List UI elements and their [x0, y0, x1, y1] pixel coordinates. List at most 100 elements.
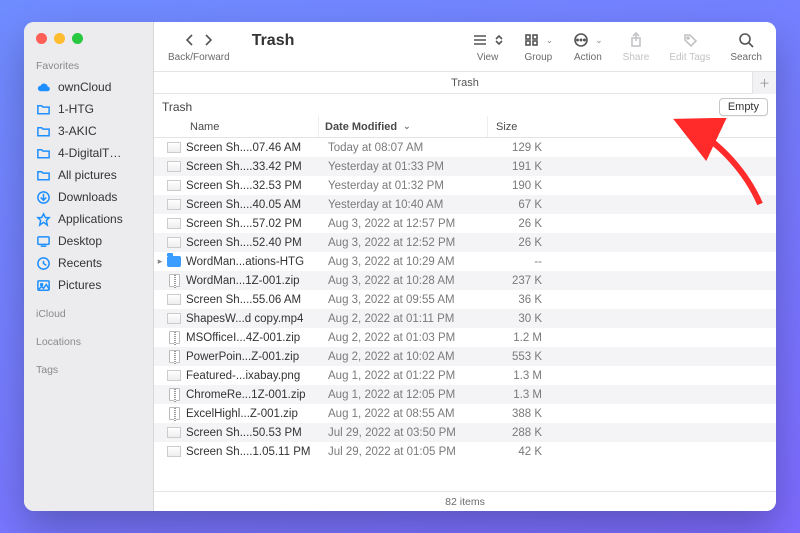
file-row[interactable]: ▸WordMan...ations-HTGAug 3, 2022 at 10:2…	[154, 252, 776, 271]
group-group[interactable]: ⌄ Group	[524, 30, 554, 63]
sidebar-item-label: ownCloud	[58, 80, 141, 94]
file-row[interactable]: WordMan...1Z-001.zipAug 3, 2022 at 10:28…	[154, 271, 776, 290]
sidebar-item-4-digitalt-[interactable]: 4-DigitalT…	[24, 142, 153, 164]
sidebar-item-label: Desktop	[58, 234, 141, 248]
sidebar: Favorites ownCloud 1-HTG 3-AKIC 4-DigitalT……	[24, 22, 154, 511]
file-size: 191 K	[492, 161, 548, 173]
file-icon	[166, 179, 182, 193]
file-date: Yesterday at 10:40 AM	[322, 199, 492, 211]
file-size: 42 K	[492, 446, 548, 458]
edit-tags-label: Edit Tags	[669, 52, 710, 63]
file-row[interactable]: Screen Sh....1.05.11 PMJul 29, 2022 at 0…	[154, 442, 776, 461]
file-date: Aug 3, 2022 at 12:57 PM	[322, 218, 492, 230]
file-date: Yesterday at 01:33 PM	[322, 161, 492, 173]
file-icon	[166, 293, 182, 307]
sidebar-item-downloads[interactable]: Downloads	[24, 186, 153, 208]
file-row[interactable]: ChromeRe...1Z-001.zipAug 1, 2022 at 12:0…	[154, 385, 776, 404]
file-size: 36 K	[492, 294, 548, 306]
column-header-size[interactable]: Size	[488, 121, 776, 133]
path-label: Trash	[451, 77, 479, 89]
file-row[interactable]: Screen Sh....55.06 AMAug 3, 2022 at 09:5…	[154, 290, 776, 309]
file-icon	[166, 369, 182, 383]
empty-trash-button[interactable]: Empty	[719, 98, 768, 116]
file-row[interactable]: Screen Sh....57.02 PMAug 3, 2022 at 12:5…	[154, 214, 776, 233]
file-name: Screen Sh....32.53 PM	[186, 180, 322, 192]
file-row[interactable]: Screen Sh....32.53 PMYesterday at 01:32 …	[154, 176, 776, 195]
file-row[interactable]: PowerPoin...Z-001.zipAug 2, 2022 at 10:0…	[154, 347, 776, 366]
group-icon	[524, 33, 540, 47]
disclosure-icon[interactable]: ▸	[154, 256, 166, 267]
file-row[interactable]: MSOfficeI...4Z-001.zipAug 2, 2022 at 01:…	[154, 328, 776, 347]
sidebar-item-3-akic[interactable]: 3-AKIC	[24, 120, 153, 142]
file-name: Screen Sh....07.46 AM	[186, 142, 322, 154]
column-headers: Name Date Modified ⌄ Size	[154, 116, 776, 138]
file-row[interactable]: Screen Sh....52.40 PMAug 3, 2022 at 12:5…	[154, 233, 776, 252]
file-date: Aug 3, 2022 at 10:28 AM	[322, 275, 492, 287]
minimize-window-button[interactable]	[54, 33, 65, 44]
action-group[interactable]: ⌄ Action	[573, 30, 603, 63]
sidebar-item-owncloud[interactable]: ownCloud	[24, 76, 153, 98]
back-forward-group[interactable]: Back/Forward	[168, 30, 230, 63]
cloud-icon	[36, 80, 51, 95]
action-icon	[573, 32, 589, 48]
sidebar-item-1-htg[interactable]: 1-HTG	[24, 98, 153, 120]
file-icon	[166, 255, 182, 269]
folder-icon	[36, 146, 51, 161]
file-icon	[166, 331, 182, 345]
file-row[interactable]: Featured-...ixabay.pngAug 1, 2022 at 01:…	[154, 366, 776, 385]
view-label: View	[477, 52, 499, 63]
window-controls	[24, 22, 153, 58]
file-row[interactable]: ExcelHighl...Z-001.zipAug 1, 2022 at 08:…	[154, 404, 776, 423]
file-size: 553 K	[492, 351, 548, 363]
file-icon	[166, 236, 182, 250]
apps-icon	[36, 212, 51, 227]
back-forward-label: Back/Forward	[168, 52, 230, 63]
item-count: 82 items	[445, 496, 485, 508]
action-label: Action	[574, 52, 602, 63]
sidebar-item-label: Applications	[58, 212, 141, 226]
sidebar-item-label: Downloads	[58, 190, 141, 204]
file-row[interactable]: ShapesW...d copy.mp4Aug 2, 2022 at 01:11…	[154, 309, 776, 328]
folder-icon	[36, 168, 51, 183]
file-size: 1.3 M	[492, 370, 548, 382]
search-group[interactable]: Search	[730, 30, 762, 63]
add-tab-button[interactable]: ＋	[752, 72, 776, 94]
file-name: ChromeRe...1Z-001.zip	[186, 389, 322, 401]
file-row[interactable]: Screen Sh....50.53 PMJul 29, 2022 at 03:…	[154, 423, 776, 442]
sidebar-item-all-pictures[interactable]: All pictures	[24, 164, 153, 186]
share-icon	[629, 32, 643, 48]
sidebar-item-pictures[interactable]: Pictures	[24, 274, 153, 296]
file-date: Jul 29, 2022 at 03:50 PM	[322, 427, 492, 439]
sidebar-item-applications[interactable]: Applications	[24, 208, 153, 230]
zoom-window-button[interactable]	[72, 33, 83, 44]
file-list[interactable]: Screen Sh....07.46 AMToday at 08:07 AM12…	[154, 138, 776, 491]
file-size: 26 K	[492, 237, 548, 249]
file-row[interactable]: Screen Sh....40.05 AMYesterday at 10:40 …	[154, 195, 776, 214]
file-name: Screen Sh....57.02 PM	[186, 218, 322, 230]
file-size: 26 K	[492, 218, 548, 230]
sidebar-item-label: 4-DigitalT…	[58, 146, 141, 160]
file-date: Aug 3, 2022 at 10:29 AM	[322, 256, 492, 268]
file-date: Aug 1, 2022 at 08:55 AM	[322, 408, 492, 420]
view-group[interactable]: View	[472, 30, 504, 63]
column-header-name[interactable]: Name	[154, 121, 318, 133]
folder-icon	[36, 124, 51, 139]
sidebar-item-label: 3-AKIC	[58, 124, 141, 138]
file-icon	[166, 274, 182, 288]
close-window-button[interactable]	[36, 33, 47, 44]
column-header-date[interactable]: Date Modified ⌄	[318, 116, 488, 137]
file-size: 129 K	[492, 142, 548, 154]
sidebar-section-favorites: Favorites	[24, 58, 153, 76]
chevron-down-icon: ⌄	[546, 35, 554, 46]
file-size: --	[492, 256, 548, 268]
sidebar-section-icloud: iCloud	[24, 306, 153, 324]
sidebar-item-recents[interactable]: Recents	[24, 252, 153, 274]
status-bar: 82 items	[154, 491, 776, 511]
chevron-down-icon: ⌄	[595, 35, 603, 46]
sidebar-item-desktop[interactable]: Desktop	[24, 230, 153, 252]
file-name: Screen Sh....52.40 PM	[186, 237, 322, 249]
file-date: Aug 2, 2022 at 01:11 PM	[322, 313, 492, 325]
file-row[interactable]: Screen Sh....07.46 AMToday at 08:07 AM12…	[154, 138, 776, 157]
sidebar-item-label: 1-HTG	[58, 102, 141, 116]
file-row[interactable]: Screen Sh....33.42 PMYesterday at 01:33 …	[154, 157, 776, 176]
